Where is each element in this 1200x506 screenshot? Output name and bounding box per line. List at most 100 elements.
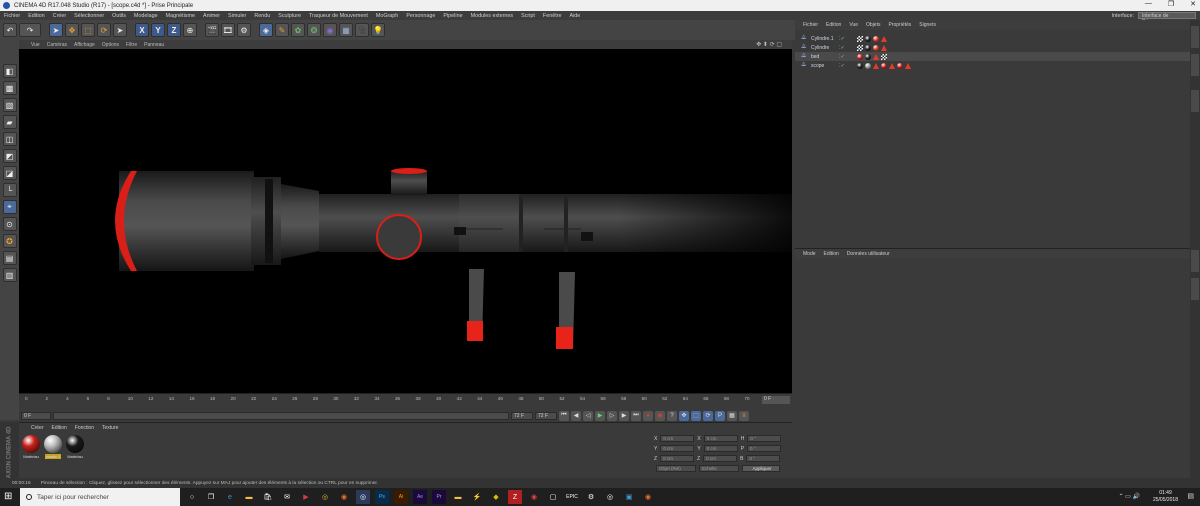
array-icon[interactable]: ❂ [307, 23, 321, 37]
object-row[interactable]: ⟁ Cylindre ⁚✓ [795, 43, 1190, 52]
coord-input[interactable]: 0 cm [660, 455, 695, 462]
menu-17[interactable]: Fenêtre [543, 13, 562, 19]
viewport-nav-icons[interactable]: ✥ ⬍ ⟳ ▢ [756, 41, 782, 48]
record-icon[interactable]: ● [643, 410, 653, 421]
menu-2[interactable]: Créer [53, 13, 66, 19]
coord-input[interactable]: 0 ° [746, 455, 781, 462]
timeline-ruler[interactable]: 0 2 4 6 8 10 12 14 16 18 20 22 24 26 28 30 32 34 36 38 40 42 4… [19, 393, 792, 409]
start-frame-field[interactable]: 0 F [21, 411, 51, 420]
app-icon-e[interactable]: EPIC [565, 490, 579, 504]
coordinate-system-icon[interactable]: ⊕ [183, 23, 197, 37]
tag-icon[interactable] [865, 35, 871, 42]
material-swatch[interactable]: plastic.1 [43, 435, 63, 459]
taskbar-search-box[interactable]: Taper ici pour rechercher [20, 488, 180, 506]
illustrator-icon[interactable]: Ai [394, 490, 408, 504]
workplane-icon[interactable]: ▰ [2, 115, 17, 129]
tag-icon[interactable] [889, 62, 895, 69]
keyframe-selection-icon[interactable]: ? [667, 410, 677, 421]
rotate-icon[interactable]: ⟳ [97, 23, 111, 37]
filezilla-icon[interactable]: Z [508, 490, 522, 504]
menu-15[interactable]: Modules externes [471, 13, 514, 19]
move-icon[interactable]: ✥ [65, 23, 79, 37]
tag-icon[interactable] [873, 53, 879, 60]
tweak-mode-icon[interactable]: ⌖ [2, 200, 17, 214]
pla-key-icon[interactable]: ▦ [727, 410, 737, 421]
notifications-icon[interactable]: ▤ [1187, 492, 1194, 500]
next-key-icon[interactable]: ▶ [619, 410, 629, 421]
tag-icon[interactable] [881, 35, 887, 42]
coord-size-dropdown[interactable]: Echelle [699, 465, 739, 472]
system-tray-icons[interactable]: ⌃ ▭ 🔊 [1118, 493, 1140, 500]
floor-icon[interactable]: ▦ [339, 23, 353, 37]
attribute-menu-2[interactable]: Données utilisateur [847, 251, 890, 257]
tag-icon[interactable] [873, 44, 879, 51]
model-mode-icon[interactable]: ▩ [2, 81, 17, 95]
coord-input[interactable]: 0 cm [703, 455, 738, 462]
material-menu-2[interactable]: Fonction [75, 425, 94, 431]
object-name[interactable]: bed [811, 54, 819, 60]
menu-14[interactable]: Pipeline [443, 13, 462, 19]
coord-input[interactable]: 0 ° [747, 445, 782, 452]
autokey-icon[interactable]: ◉ [655, 410, 665, 421]
app-icon-d[interactable]: ▢ [546, 490, 560, 504]
object-row[interactable]: ⟁ bed ⁚✓ [795, 52, 1190, 61]
tag-icon[interactable] [881, 53, 887, 60]
texture-mode-icon[interactable]: ▧ [2, 98, 17, 112]
render-settings-icon[interactable]: ⚙ [237, 23, 251, 37]
menu-1[interactable]: Edition [28, 13, 44, 19]
solo-icon[interactable]: ▥ [2, 268, 17, 282]
prev-key-icon[interactable]: ◀ [571, 410, 581, 421]
tag-icon[interactable] [865, 62, 871, 69]
goto-start-icon[interactable]: ⏮ [559, 410, 569, 421]
object-name[interactable]: Cylindre.1 [811, 36, 834, 42]
viewport-menu-0[interactable]: Vue [31, 42, 40, 48]
tag-icon[interactable] [857, 62, 863, 69]
object-row[interactable]: ⟁ scope ⁚✓ [795, 61, 1190, 70]
menu-3[interactable]: Sélectionner [74, 13, 104, 19]
object-menu-4[interactable]: Propriétés [888, 22, 911, 28]
render-view-icon[interactable]: 🎬 [205, 23, 219, 37]
windows-start-icon[interactable]: ⊞ [4, 491, 12, 502]
deformer-icon[interactable]: ◉ [323, 23, 337, 37]
scale-icon[interactable]: ⬚ [81, 23, 95, 37]
menu-13[interactable]: Personnage [406, 13, 435, 19]
recent-tool-icon[interactable]: ➤ [113, 23, 127, 37]
coord-mode-dropdown[interactable]: Objet (Rel) [656, 465, 696, 472]
timeline-window-icon[interactable]: ≡ [739, 410, 749, 421]
tag-icon[interactable] [865, 53, 871, 60]
prev-frame-icon[interactable]: ◁ [583, 410, 593, 421]
z-axis-lock-icon[interactable]: Z [167, 23, 181, 37]
app-icon-b[interactable]: ◆ [489, 490, 503, 504]
menu-16[interactable]: Script [521, 13, 535, 19]
menu-6[interactable]: Magnétisme [166, 13, 195, 19]
visibility-toggle[interactable]: ⁚✓ [839, 54, 845, 60]
viewport-menu-1[interactable]: Caméras [47, 42, 67, 48]
file-explorer-icon[interactable]: ▬ [242, 490, 256, 504]
material-swatch[interactable]: Matériau [65, 435, 85, 459]
side-tab-attributes[interactable] [1191, 250, 1199, 272]
app-icon-c[interactable]: ◉ [527, 490, 541, 504]
snap-icon[interactable]: ⊙ [2, 217, 17, 231]
edge-icon[interactable]: e [223, 490, 237, 504]
lock-workplane-icon[interactable]: ✪ [2, 234, 17, 248]
object-name[interactable]: scope [811, 63, 824, 69]
material-menu-3[interactable]: Texture [102, 425, 118, 431]
play-icon[interactable]: ▶ [595, 410, 605, 421]
menu-5[interactable]: Modelage [134, 13, 158, 19]
taskbar-clock[interactable]: 01:49 25/05/2018 [1153, 490, 1178, 504]
object-name[interactable]: Cylindre [811, 45, 829, 51]
select-arrow-icon[interactable]: ➤ [49, 23, 63, 37]
maximize-button[interactable]: ❐ [1168, 0, 1174, 8]
param-key-icon[interactable]: P [715, 410, 725, 421]
object-menu-0[interactable]: Fichier [803, 22, 818, 28]
material-menu-0[interactable]: Créer [31, 425, 44, 431]
tag-icon[interactable] [857, 44, 863, 51]
task-view-icon[interactable]: ❐ [204, 490, 218, 504]
media-app-icon[interactable]: ▶ [299, 490, 313, 504]
points-mode-icon[interactable]: ◫ [2, 132, 17, 146]
app-icon-f[interactable]: ◎ [603, 490, 617, 504]
side-tab-content[interactable] [1191, 54, 1199, 76]
object-menu-3[interactable]: Objets [866, 22, 880, 28]
coord-input[interactable]: 0 cm [703, 445, 738, 452]
steam-icon[interactable]: ⚙ [584, 490, 598, 504]
